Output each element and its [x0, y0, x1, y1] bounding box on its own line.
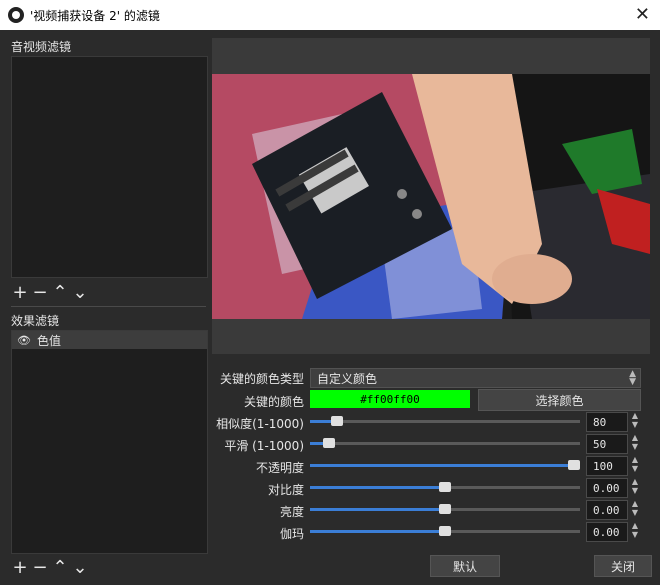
remove-effect-filter-button[interactable]: −	[31, 557, 49, 578]
key-color-swatch: #ff00ff00	[310, 390, 470, 408]
add-effect-filter-button[interactable]: +	[11, 557, 29, 578]
opacity-slider[interactable]	[310, 457, 580, 473]
move-down-audio-filter-button[interactable]: ⌄	[71, 282, 89, 303]
audio-filters-label: 音视频滤镜	[11, 40, 72, 54]
select-color-button[interactable]: 选择颜色	[478, 389, 641, 411]
updown-arrows-icon[interactable]: ▲ ▼	[629, 521, 641, 541]
brightness-slider[interactable]	[310, 501, 580, 517]
obs-logo-icon	[8, 7, 24, 23]
defaults-button[interactable]: 默认	[430, 555, 500, 577]
opacity-spinbox[interactable]: 100	[586, 456, 628, 476]
effect-filter-item[interactable]: 👁 色值	[12, 331, 207, 349]
updown-arrows-icon[interactable]: ▲ ▼	[629, 411, 641, 431]
key-color-type-label: 关键的颜色类型	[219, 372, 304, 386]
opacity-label: 不透明度	[255, 461, 304, 475]
updown-arrows-icon: ▲ ▼	[629, 369, 636, 387]
similarity-slider[interactable]	[310, 413, 580, 429]
key-color-type-value: 自定义颜色	[317, 371, 378, 386]
video-preview	[212, 74, 650, 319]
smoothness-slider[interactable]	[310, 435, 580, 451]
effect-filters-list[interactable]: 👁 色值	[11, 330, 208, 554]
preview-image	[212, 74, 650, 319]
audio-filters-toolbar: + − ⌃ ⌄	[11, 282, 89, 303]
gamma-spinbox[interactable]: 0.00	[586, 522, 628, 542]
gamma-slider[interactable]	[310, 523, 580, 539]
similarity-spinbox[interactable]: 80	[586, 412, 628, 432]
contrast-label: 对比度	[267, 483, 304, 497]
title-bar: '视频捕获设备 2' 的滤镜 ✕	[0, 0, 660, 30]
brightness-spinbox[interactable]: 0.00	[586, 500, 628, 520]
gamma-label: 伽玛	[279, 527, 304, 541]
close-button[interactable]: 关闭	[594, 555, 652, 577]
divider	[11, 306, 206, 307]
close-icon[interactable]: ✕	[635, 4, 650, 25]
updown-arrows-icon[interactable]: ▲ ▼	[629, 455, 641, 475]
effect-filters-label: 效果滤镜	[11, 314, 60, 328]
effect-filters-toolbar: + − ⌃ ⌄	[11, 557, 89, 578]
remove-audio-filter-button[interactable]: −	[31, 282, 49, 303]
window-title: '视频捕获设备 2' 的滤镜	[30, 9, 160, 23]
audio-filters-list[interactable]	[11, 56, 208, 278]
add-audio-filter-button[interactable]: +	[11, 282, 29, 303]
updown-arrows-icon[interactable]: ▲ ▼	[629, 499, 641, 519]
updown-arrows-icon[interactable]: ▲ ▼	[629, 477, 641, 497]
key-color-label: 关键的颜色	[243, 395, 304, 409]
eye-visibility-icon[interactable]: 👁	[17, 334, 31, 347]
key-color-type-select[interactable]: 自定义颜色 ▲ ▼	[310, 368, 641, 388]
updown-arrows-icon[interactable]: ▲ ▼	[629, 433, 641, 453]
contrast-spinbox[interactable]: 0.00	[586, 478, 628, 498]
move-down-effect-filter-button[interactable]: ⌄	[71, 557, 89, 578]
contrast-slider[interactable]	[310, 479, 580, 495]
move-up-audio-filter-button[interactable]: ⌃	[51, 282, 69, 303]
effect-filter-name: 色值	[36, 333, 61, 348]
move-up-effect-filter-button[interactable]: ⌃	[51, 557, 69, 578]
similarity-label: 相似度(1-1000)	[216, 417, 304, 431]
smoothness-label: 平滑 (1-1000)	[224, 439, 304, 453]
preview-area	[212, 38, 650, 354]
smoothness-spinbox[interactable]: 50	[586, 434, 628, 454]
brightness-label: 亮度	[279, 505, 304, 519]
